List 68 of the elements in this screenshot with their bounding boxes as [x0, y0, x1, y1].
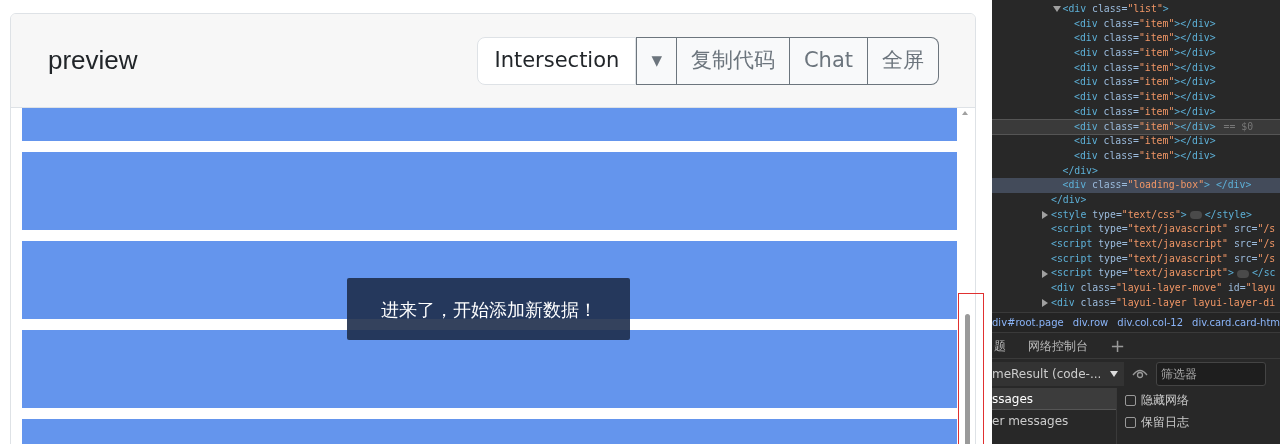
sidebar-item[interactable]: ssages: [992, 388, 1116, 410]
dom-node[interactable]: <div class="item"></div>: [1074, 134, 1216, 149]
dom-row[interactable]: <div class="item"></div> == $0: [992, 119, 1280, 135]
selected-marker: == $0: [1223, 119, 1254, 134]
toast-message: 进来了，开始添加新数据！: [347, 278, 630, 340]
dom-node[interactable]: <script type="text/javascript" src="/s: [1051, 237, 1276, 252]
checkbox-label: 隐藏网络: [1141, 392, 1189, 409]
dom-row[interactable]: <div class="item"></div>: [992, 134, 1280, 149]
dom-row[interactable]: <div class="item"></div>: [992, 104, 1280, 120]
dom-node[interactable]: <div class="item"></div>: [1074, 90, 1216, 105]
dom-node[interactable]: <div class="layui-layer-move" id="layu: [1051, 281, 1276, 296]
dom-row[interactable]: <style type="text/css"> </style>: [992, 207, 1280, 223]
dom-row[interactable]: <div class="layui-layer layui-layer-di: [992, 295, 1280, 311]
checkbox[interactable]: [1125, 416, 1136, 428]
dom-node[interactable]: <div class="item"></div>: [1074, 16, 1216, 32]
breadcrumb[interactable]: div.col.col-12: [1117, 315, 1184, 330]
dom-row[interactable]: <div class="loading-box"> </div>: [992, 178, 1280, 193]
add-tab-button[interactable]: +: [1110, 332, 1126, 359]
dom-node[interactable]: <div class="item"></div>: [1074, 60, 1216, 76]
sidebar-item[interactable]: er messages: [992, 410, 1116, 432]
toolbar-button[interactable]: Intersection: [477, 36, 637, 85]
toolbar-button[interactable]: 复制代码: [676, 36, 790, 85]
dom-node[interactable]: <script type="text/javascript"> </sc: [1051, 266, 1276, 282]
breadcrumb[interactable]: div.row: [1072, 315, 1109, 330]
filter-field[interactable]: 筛选器: [1156, 361, 1266, 386]
dom-node[interactable]: <div class="item"></div>: [1074, 148, 1216, 164]
dom-node[interactable]: <div class="item"></div>: [1074, 75, 1216, 91]
dom-row[interactable]: <div class="item"></div>: [992, 46, 1280, 61]
dom-node[interactable]: <div class="loading-box"> </div>: [1062, 178, 1252, 193]
checkbox[interactable]: [1125, 394, 1136, 406]
dom-node[interactable]: <style type="text/css"> </style>: [1051, 207, 1252, 223]
dom-node[interactable]: <div class="item"></div>: [1074, 31, 1216, 47]
dom-node[interactable]: <div class="list">: [1062, 2, 1169, 17]
dom-row[interactable]: <script type="text/javascript" src="/s: [992, 251, 1280, 267]
closing-tag: </div>: [1062, 163, 1098, 179]
closing-tag: </div>: [1051, 192, 1087, 208]
dom-row[interactable]: <div class="layui-layer-move" id="layu: [992, 281, 1280, 296]
caret-icon: [1110, 370, 1118, 377]
scroll-up-icon[interactable]: [962, 111, 968, 115]
panel-tab[interactable]: 题: [994, 336, 1006, 355]
panel-tab[interactable]: 网络控制台: [1028, 336, 1088, 355]
scroll-thumb[interactable]: [965, 314, 970, 444]
eye-icon[interactable]: [1132, 367, 1148, 380]
dom-row[interactable]: <div class="item"></div>: [992, 75, 1280, 91]
toolbar-button[interactable]: 全屏: [868, 36, 939, 85]
dom-row[interactable]: <div class="item"></div>: [992, 148, 1280, 164]
dom-node[interactable]: <div class="item"></div>: [1074, 104, 1216, 120]
dom-node[interactable]: <div class="layui-layer layui-layer-di: [1051, 295, 1276, 311]
toolbar-button[interactable]: Chat: [789, 36, 868, 85]
dom-row[interactable]: <script type="text/javascript" src="/s: [992, 237, 1280, 252]
dom-node[interactable]: <script type="text/javascript" src="/s: [1051, 251, 1276, 267]
dom-row[interactable]: <div class="item"></div>: [992, 31, 1280, 47]
card-title: preview: [48, 44, 138, 77]
expanded-triangle-icon[interactable]: [1052, 5, 1063, 14]
dom-row[interactable]: <div class="list">: [992, 2, 1280, 17]
checkbox-label: 保留日志: [1141, 414, 1189, 431]
dom-row[interactable]: <div class="item"></div>: [992, 16, 1280, 32]
breadcrumb[interactable]: div#root.page: [992, 315, 1064, 330]
dom-node[interactable]: <script type="text/javascript" src="/s: [1051, 222, 1276, 237]
dom-row[interactable]: <script type="text/javascript" src="/s: [992, 222, 1280, 237]
dropdown-toggle[interactable]: ▾: [636, 36, 677, 85]
dom-node[interactable]: <div class="item"></div>: [1074, 46, 1216, 61]
dom-node[interactable]: <div class="item"></div>: [1074, 119, 1216, 135]
breadcrumb[interactable]: div.card.card-htm: [1192, 315, 1280, 330]
dom-row[interactable]: <div class="item"></div>: [992, 60, 1280, 76]
context-select[interactable]: meResult (code-...: [992, 361, 1124, 386]
dom-row[interactable]: <div class="item"></div>: [992, 90, 1280, 105]
dom-row[interactable]: <script type="text/javascript"> </sc: [992, 266, 1280, 282]
